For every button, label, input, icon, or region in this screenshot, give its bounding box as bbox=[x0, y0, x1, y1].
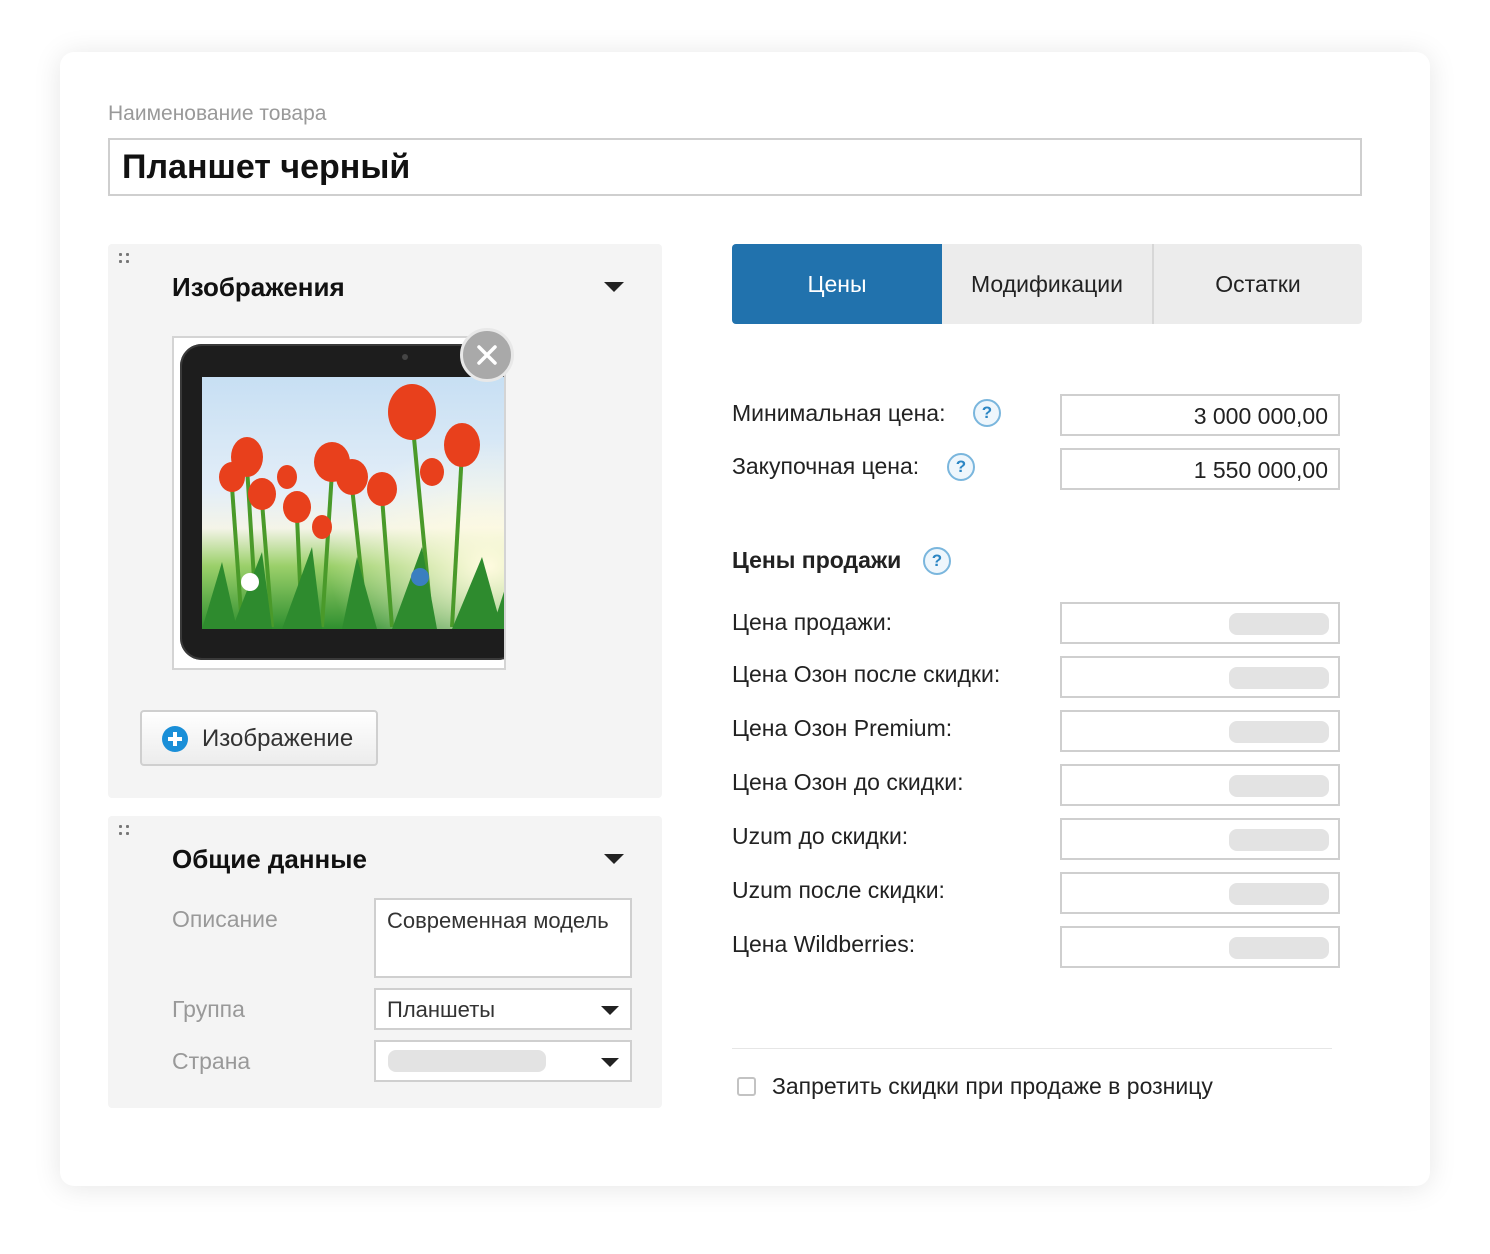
purchase-price-label: Закупочная цена: bbox=[732, 453, 920, 479]
product-image-thumbnail[interactable] bbox=[172, 336, 506, 670]
ozon-premium-input[interactable] bbox=[1060, 710, 1340, 752]
general-data-panel: Общие данные Описание Современная модель… bbox=[108, 816, 662, 1108]
remove-image-button[interactable] bbox=[460, 328, 514, 382]
product-name-input[interactable] bbox=[108, 138, 1362, 196]
uzum-after-discount-input[interactable] bbox=[1060, 872, 1340, 914]
sale-price-label: Цена продажи: bbox=[732, 609, 893, 635]
ozon-before-discount-input[interactable] bbox=[1060, 764, 1340, 806]
sale-price-input[interactable] bbox=[1060, 602, 1340, 644]
uzum-after-discount-label: Uzum после скидки: bbox=[732, 877, 945, 903]
help-icon[interactable]: ? bbox=[973, 399, 1001, 427]
dropdown-arrow-icon bbox=[601, 1058, 619, 1067]
country-placeholder bbox=[388, 1050, 546, 1072]
tab-prices[interactable]: Цены bbox=[732, 244, 942, 324]
tab-bar: Цены Модификации Остатки bbox=[732, 244, 1362, 324]
ozon-before-discount-label: Цена Озон до скидки: bbox=[732, 769, 964, 795]
tab-modifications[interactable]: Модификации bbox=[942, 244, 1152, 324]
product-name-label: Наименование товара bbox=[108, 102, 327, 125]
drag-handle-icon[interactable] bbox=[119, 825, 131, 839]
description-field[interactable]: Современная модель bbox=[374, 898, 632, 978]
uzum-before-discount-label: Uzum до скидки: bbox=[732, 823, 909, 849]
country-label: Страна bbox=[172, 1048, 251, 1074]
group-select-value: Планшеты bbox=[387, 997, 496, 1022]
wildberries-price-input[interactable] bbox=[1060, 926, 1340, 968]
group-select[interactable]: Планшеты bbox=[374, 988, 632, 1030]
sale-prices-title: Цены продажи bbox=[732, 547, 902, 573]
ozon-after-discount-label: Цена Озон после скидки: bbox=[732, 661, 1001, 687]
caret-down-icon[interactable] bbox=[604, 282, 624, 292]
tablet-image bbox=[180, 344, 504, 660]
description-label: Описание bbox=[172, 906, 278, 932]
uzum-before-discount-input[interactable] bbox=[1060, 818, 1340, 860]
ozon-after-discount-input[interactable] bbox=[1060, 656, 1340, 698]
close-icon bbox=[477, 345, 497, 365]
min-price-label: Минимальная цена: bbox=[732, 400, 946, 426]
general-panel-title: Общие данные bbox=[172, 844, 367, 874]
forbid-discounts-checkbox[interactable] bbox=[737, 1077, 756, 1096]
forbid-discounts-label[interactable]: Запретить скидки при продаже в розницу bbox=[772, 1073, 1213, 1100]
caret-down-icon[interactable] bbox=[604, 854, 624, 864]
plus-icon bbox=[162, 726, 188, 752]
help-icon[interactable]: ? bbox=[923, 547, 951, 575]
dropdown-arrow-icon bbox=[601, 1006, 619, 1015]
help-icon[interactable]: ? bbox=[947, 453, 975, 481]
group-label: Группа bbox=[172, 996, 245, 1022]
purchase-price-input[interactable]: 1 550 000,00 bbox=[1060, 448, 1340, 490]
add-image-button-label: Изображение bbox=[202, 725, 354, 752]
images-panel: Изображения Изображение bbox=[108, 244, 662, 798]
country-select[interactable] bbox=[374, 1040, 632, 1082]
tab-stock[interactable]: Остатки bbox=[1154, 244, 1362, 324]
drag-handle-icon[interactable] bbox=[119, 253, 131, 267]
images-panel-title: Изображения bbox=[172, 272, 345, 302]
divider bbox=[732, 1048, 1332, 1049]
add-image-button[interactable]: Изображение bbox=[140, 710, 378, 766]
ozon-premium-label: Цена Озон Premium: bbox=[732, 715, 953, 741]
min-price-input[interactable]: 3 000 000,00 bbox=[1060, 394, 1340, 436]
wildberries-price-label: Цена Wildberries: bbox=[732, 931, 916, 957]
